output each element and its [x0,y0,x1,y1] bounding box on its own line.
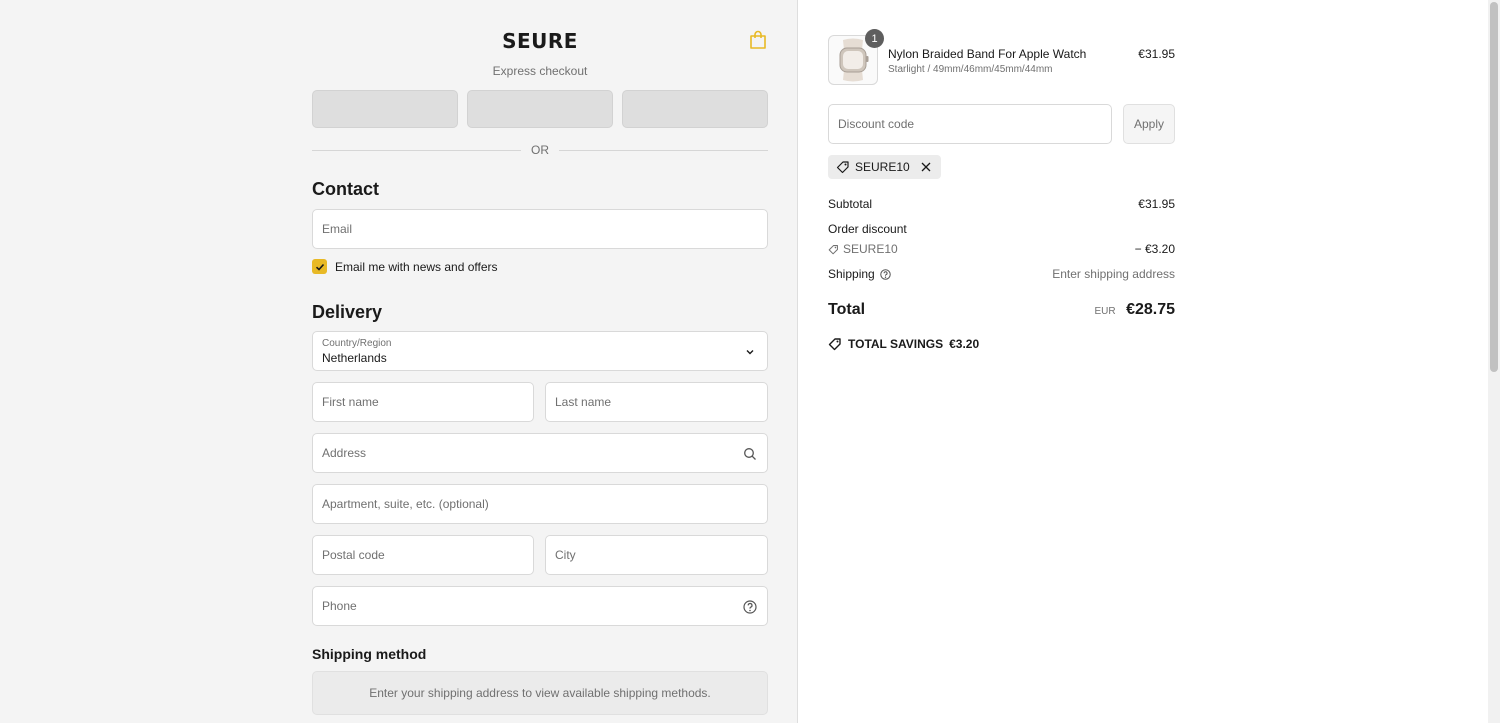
total-value: €28.75 [1126,301,1175,318]
express-pay-button-2[interactable] [467,90,613,128]
postal-code-field[interactable] [312,535,534,575]
product-price: €31.95 [1138,47,1175,61]
search-icon [744,448,756,460]
brand-logo[interactable]: SEURE [312,29,768,53]
total-currency: EUR [1094,306,1116,317]
page-scrollbar[interactable] [1488,0,1500,723]
tag-icon [828,338,841,351]
total-label: Total [828,301,866,318]
applied-discount-code: SEURE10 [855,160,910,174]
quantity-badge: 1 [865,29,884,48]
shipping-method-notice: Enter your shipping address to view avai… [312,671,768,715]
apply-discount-button[interactable]: Apply [1123,104,1175,144]
apartment-input[interactable] [313,485,767,523]
close-icon[interactable] [919,160,933,174]
shipping-value: Enter shipping address [1052,267,1175,281]
shipping-row: Shipping Enter shipping address [828,267,1175,281]
apartment-field[interactable] [312,484,768,524]
city-input[interactable] [546,536,767,574]
order-discount-row: Order discount [828,222,1175,236]
or-divider: OR [312,142,768,158]
total-savings: TOTAL SAVINGS €3.20 [828,337,979,351]
email-input[interactable] [313,210,767,248]
express-checkout-label: Express checkout [492,64,588,78]
shipping-label: Shipping [828,267,875,281]
country-select[interactable]: Country/Region Netherlands [312,331,768,371]
express-pay-button-1[interactable] [312,90,458,128]
help-icon[interactable] [743,600,757,614]
postal-code-input[interactable] [313,536,533,574]
order-discount-label: Order discount [828,222,907,236]
email-field[interactable] [312,209,768,249]
country-value: Netherlands [322,351,387,365]
last-name-field[interactable] [545,382,768,422]
newsletter-option[interactable]: Email me with news and offers [312,259,498,274]
subtotal-label: Subtotal [828,197,873,211]
first-name-input[interactable] [313,383,533,421]
country-label: Country/Region [322,338,392,349]
subtotal-value: €31.95 [1138,197,1175,211]
phone-input[interactable] [313,587,767,625]
contact-heading: Contact [312,179,379,199]
discount-code-field[interactable] [828,104,1112,144]
chevron-down-icon [746,350,754,355]
help-icon[interactable] [879,268,891,280]
subtotal-row: Subtotal €31.95 [828,197,1175,211]
address-field[interactable] [312,433,768,473]
discount-code-label: SEURE10 [843,242,898,256]
express-pay-button-3[interactable] [622,90,768,128]
phone-field[interactable] [312,586,768,626]
applied-discount-chip: SEURE10 [828,155,941,179]
shopping-bag-icon[interactable] [749,30,767,50]
newsletter-checkbox[interactable] [312,259,327,274]
check-icon [315,263,324,271]
product-variant: Starlight / 49mm/46mm/45mm/44mm [888,64,1053,75]
discount-code-row: SEURE10 − €3.20 [828,242,1175,256]
total-savings-label: TOTAL SAVINGS [848,337,944,351]
total-row: Total EUR €28.75 [828,301,1175,319]
discount-code-input[interactable] [829,105,1111,143]
product-name: Nylon Braided Band For Apple Watch [888,47,1087,61]
address-input[interactable] [313,434,767,472]
tag-icon [836,161,849,174]
total-savings-value: €3.20 [949,337,980,351]
scrollbar-thumb[interactable] [1490,2,1498,372]
express-checkout-buttons [312,90,768,128]
newsletter-label: Email me with news and offers [335,259,498,274]
city-field[interactable] [545,535,768,575]
shipping-method-heading: Shipping method [312,646,427,662]
discount-value: − €3.20 [1134,242,1175,256]
first-name-field[interactable] [312,382,534,422]
last-name-input[interactable] [546,383,767,421]
checkout-form-panel: SEURE Express checkout OR Contact Email … [0,0,798,723]
tag-icon [828,244,838,254]
delivery-heading: Delivery [312,302,383,322]
